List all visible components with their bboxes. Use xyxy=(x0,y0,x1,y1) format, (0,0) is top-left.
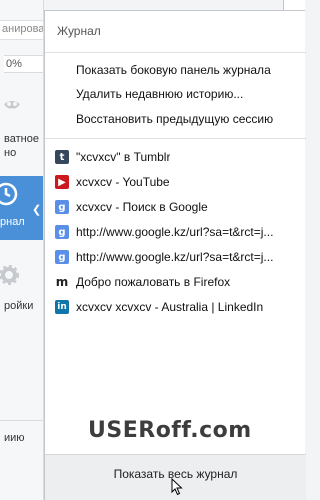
separator xyxy=(45,52,306,53)
history-item-label: http://www.google.kz/url?sa=t&rct=j... xyxy=(76,225,274,239)
clear-recent-history-item[interactable]: Удалить недавнюю историю... xyxy=(76,87,243,101)
separator xyxy=(45,138,306,139)
firefox-menu-fragment: анирова... 0% ватное но рнал ❮ ройки иию xyxy=(0,0,44,500)
linkedin-icon: in xyxy=(55,300,69,314)
history-button-label: рнал xyxy=(0,216,25,228)
restore-previous-session-item[interactable]: Восстановить предыдущую сессию xyxy=(76,112,273,126)
history-item-linkedin[interactable]: in xcvxcv xcvxcv - Australia | LinkedIn xyxy=(55,297,300,317)
youtube-icon: ▶ xyxy=(55,175,69,189)
tumblr-icon: t xyxy=(55,150,69,164)
chevron-left-icon: ❮ xyxy=(32,204,42,216)
settings-label[interactable]: ройки xyxy=(4,300,43,312)
history-item-tumblr[interactable]: t "xcvxcv" в Tumblr xyxy=(55,147,300,167)
history-item-label: xcvxcv - YouTube xyxy=(76,175,170,189)
history-item-label: xcvxcv xcvxcv - Australia | LinkedIn xyxy=(76,300,264,314)
mozilla-icon: m xyxy=(55,275,69,289)
history-item-label: http://www.google.kz/url?sa=t&rct=j... xyxy=(76,250,274,264)
mouse-cursor-icon xyxy=(171,478,183,496)
history-item-label: "xcvxcv" в Tumblr xyxy=(76,150,171,164)
private-window-label[interactable]: ватное xyxy=(4,133,43,145)
google-icon: g xyxy=(55,200,69,214)
show-history-sidebar-item[interactable]: Показать боковую панель журнала xyxy=(76,63,271,77)
history-item-label: Добро пожаловать в Firefox xyxy=(76,275,231,289)
history-item-google-url[interactable]: g http://www.google.kz/url?sa=t&rct=j... xyxy=(55,247,300,267)
customize-label: анирова... xyxy=(2,23,44,35)
history-item-youtube[interactable]: ▶ xcvxcv - YouTube xyxy=(55,172,300,192)
history-item-google-url[interactable]: g http://www.google.kz/url?sa=t&rct=j... xyxy=(55,222,300,242)
bottom-label[interactable]: иию xyxy=(4,432,43,444)
private-window-icon xyxy=(4,101,20,109)
private-window-label-2: но xyxy=(4,147,17,159)
google-icon: g xyxy=(55,225,69,239)
history-item-label: xcvxcv - Поиск в Google xyxy=(76,200,208,214)
history-item-google[interactable]: g xcvxcv - Поиск в Google xyxy=(55,197,300,217)
panel-title: Журнал xyxy=(57,24,101,38)
history-item-firefox[interactable]: m Добро пожаловать в Firefox xyxy=(55,272,300,292)
google-icon: g xyxy=(55,250,69,264)
clock-icon xyxy=(0,182,18,206)
menu-divider xyxy=(0,420,43,421)
zoom-value: 0% xyxy=(4,55,43,73)
gear-icon xyxy=(0,265,19,285)
watermark-logo: USERoff.com xyxy=(88,418,252,443)
